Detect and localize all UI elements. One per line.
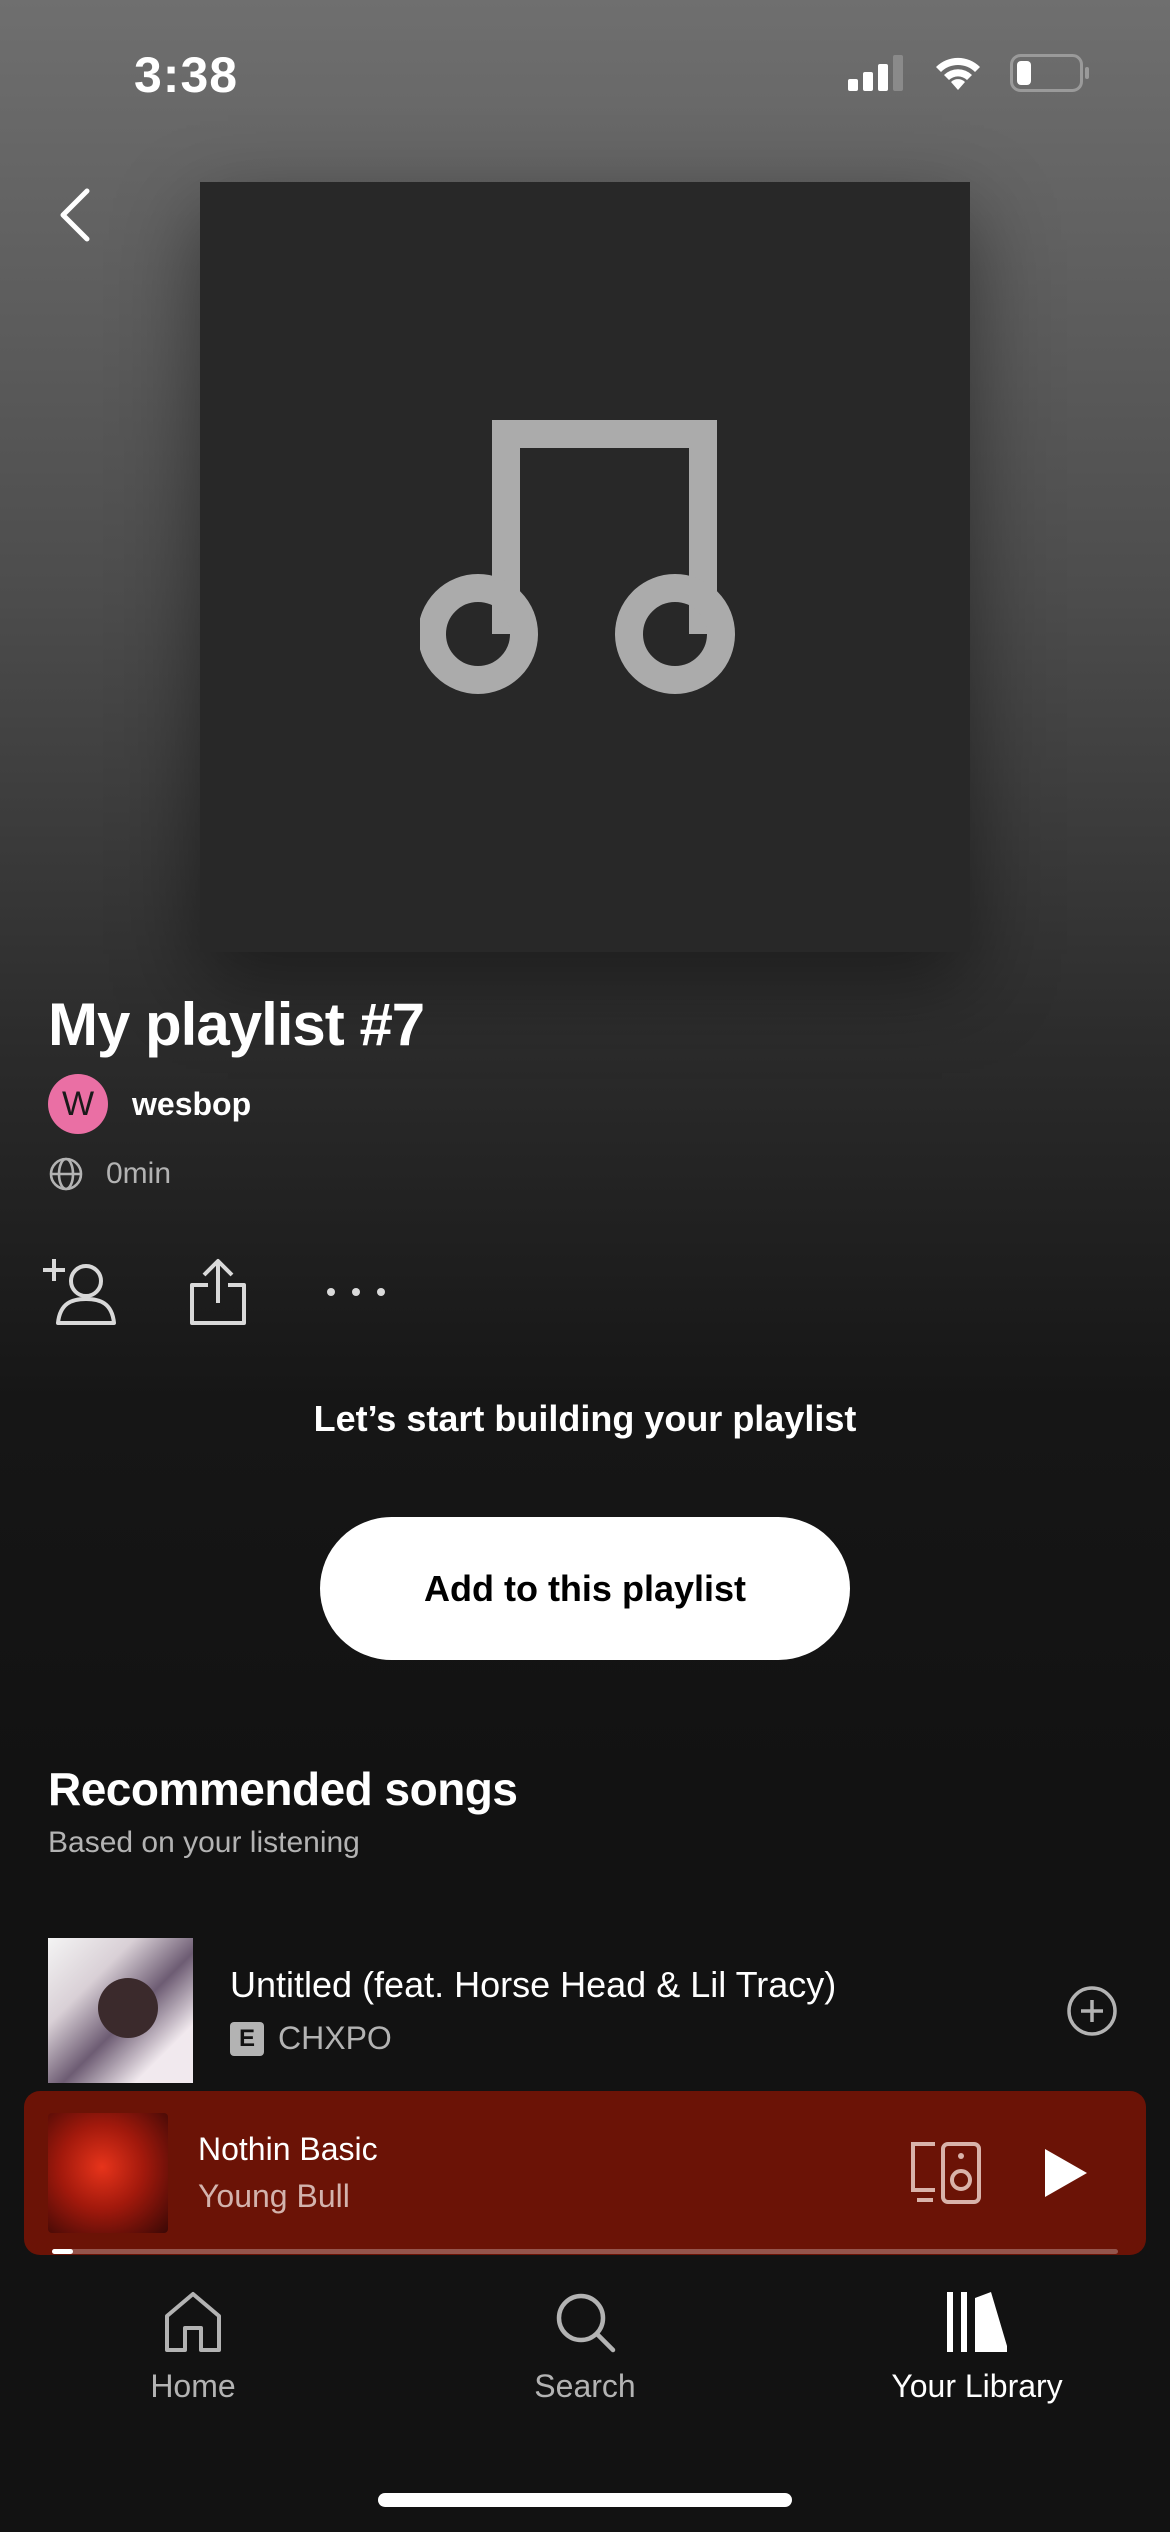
wifi-icon (936, 57, 980, 90)
playback-progress[interactable] (52, 2249, 1118, 2254)
nav-your-library-label: Your Library (891, 2368, 1063, 2404)
play-icon (1045, 2149, 1087, 2197)
avatar: W (48, 1074, 108, 1134)
now-playing-title: Nothin Basic (198, 2131, 378, 2167)
add-user-icon (43, 1259, 116, 1325)
mini-player[interactable]: Nothin Basic Young Bull (24, 2091, 1146, 2255)
chevron-left-icon (60, 188, 90, 242)
search-icon (556, 2293, 616, 2353)
song-artist-line: E CHXPO (230, 2020, 1062, 2057)
playlist-actions (40, 1252, 454, 1332)
home-icon (165, 2292, 221, 2352)
status-time: 3:38 (134, 47, 239, 103)
nav-search-label: Search (534, 2368, 636, 2404)
playlist-duration: 0min (106, 1157, 172, 1190)
share-button[interactable] (178, 1252, 258, 1332)
playlist-cover (200, 182, 970, 952)
home-indicator (378, 2493, 792, 2507)
more-options-button[interactable] (316, 1252, 396, 1332)
globe-icon (49, 1157, 83, 1191)
nav-home[interactable]: Home (78, 2290, 308, 2450)
playback-progress-fill (52, 2249, 74, 2254)
connect-device-button[interactable] (906, 2133, 986, 2213)
now-playing-info: Nothin Basic Young Bull (198, 2131, 906, 2215)
song-info: Untitled (feat. Horse Head & Lil Tracy) … (230, 1964, 1062, 2057)
plus-circle-icon (1067, 1985, 1117, 2036)
song-artist: CHXPO (278, 2020, 392, 2056)
explicit-badge: E (230, 2021, 264, 2056)
album-art (48, 1938, 193, 2083)
empty-state-heading: Let’s start building your playlist (313, 1398, 857, 1439)
playlist-meta: 0min (48, 1156, 171, 1192)
bottom-nav: Home Search Your Library (0, 2290, 1170, 2450)
add-collaborator-button[interactable] (40, 1252, 120, 1332)
playlist-owner[interactable]: W wesbop (48, 1074, 251, 1134)
recommended-subtitle: Based on your listening (48, 1826, 360, 1859)
recommended-title: Recommended songs (48, 1763, 518, 1815)
now-playing-art (48, 2113, 168, 2233)
now-playing-artist: Young Bull (198, 2178, 350, 2214)
more-horizontal-icon (327, 1288, 385, 1296)
song-title: Untitled (feat. Horse Head & Lil Tracy) (230, 1964, 837, 2005)
playlist-title: My playlist #7 (48, 991, 425, 1058)
music-note-icon (420, 420, 735, 694)
add-song-button[interactable] (1062, 1981, 1122, 2041)
nav-search[interactable]: Search (470, 2290, 700, 2450)
back-button[interactable] (44, 180, 104, 250)
library-icon (947, 2292, 1007, 2352)
owner-name: wesbop (132, 1085, 252, 1122)
share-icon (190, 1259, 246, 1325)
devices-icon (911, 2142, 981, 2204)
battery-icon (1010, 54, 1089, 92)
cellular-signal-icon (848, 55, 903, 91)
nav-your-library[interactable]: Your Library (862, 2290, 1092, 2450)
recommended-song-row[interactable]: Untitled (feat. Horse Head & Lil Tracy) … (48, 1938, 1122, 2083)
status-icons (848, 54, 1090, 92)
add-to-playlist-button[interactable]: Add to this playlist (320, 1517, 850, 1660)
nav-home-label: Home (150, 2368, 236, 2404)
play-button[interactable] (1026, 2133, 1106, 2213)
